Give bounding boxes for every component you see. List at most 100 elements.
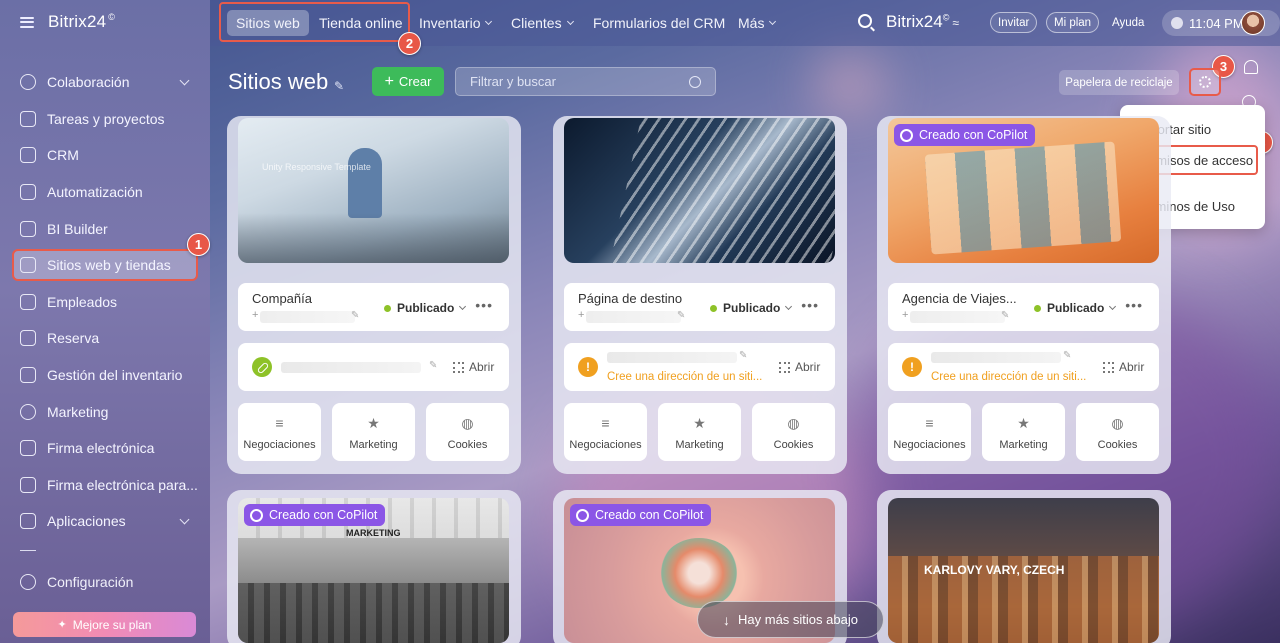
chevron-down-icon [769, 17, 777, 26]
site-url-blurred[interactable] [931, 352, 1061, 363]
create-button[interactable]: + Crear [372, 67, 444, 96]
status-dropdown[interactable]: Publicado [384, 301, 467, 315]
tab-clientes[interactable]: Clientes [502, 10, 582, 36]
sidebar-item-10[interactable]: Firma electrónica [0, 430, 210, 467]
search-input[interactable]: Filtrar y buscar [455, 67, 716, 96]
chevron-down-icon[interactable] [179, 514, 190, 525]
plus-icon: + [252, 309, 259, 321]
tile-label: Marketing [675, 439, 724, 451]
more-actions-icon[interactable]: ••• [1125, 297, 1143, 313]
tab-tienda-online[interactable]: Tienda online [310, 10, 412, 36]
sidebar-item-7[interactable]: Reserva [0, 320, 210, 357]
site-thumbnail[interactable] [564, 118, 835, 263]
tile-star[interactable]: ★ Marketing [658, 403, 741, 461]
site-name[interactable]: Agencia de Viajes... [902, 291, 1017, 306]
qr-code-icon[interactable] [779, 362, 790, 373]
edit-icon[interactable]: ✎ [677, 310, 685, 321]
bell-icon[interactable] [1244, 60, 1258, 74]
sidebar-item-label: Aplicaciones [47, 513, 126, 530]
plus-icon: + [902, 309, 909, 321]
site-card[interactable]: MARKETING Creado con CoPilot [227, 490, 521, 643]
sidebar-item-12[interactable]: Aplicaciones [0, 503, 210, 540]
site-thumbnail[interactable]: MARKETING Creado con CoPilot [238, 498, 509, 643]
open-site-link[interactable]: Abrir [469, 360, 494, 374]
chart-icon [20, 220, 36, 237]
site-thumbnail[interactable]: KARLOVY VARY, CZECH [888, 498, 1159, 643]
settings-button[interactable] [1189, 68, 1221, 96]
gear-icon [1199, 76, 1211, 88]
cookie-icon: ◍ [787, 415, 800, 431]
search-icon[interactable] [858, 14, 872, 28]
chevron-down-icon[interactable] [179, 75, 190, 86]
tile-cookie[interactable]: ◍ Cookies [1076, 403, 1159, 461]
filter-icon: ≡ [925, 415, 934, 431]
sidebar-item-11[interactable]: Firma electrónica para... [0, 467, 210, 504]
warning-text[interactable]: Cree una dirección de un siti... [931, 371, 1086, 383]
avatar[interactable] [1241, 11, 1265, 35]
brand-logo[interactable]: Bitrix24© ≈ [886, 12, 959, 32]
tab-inventario[interactable]: Inventario [410, 10, 500, 36]
site-name[interactable]: Compañía [252, 291, 312, 306]
tile-star[interactable]: ★ Marketing [982, 403, 1065, 461]
sidebar-item-5[interactable]: Sitios web y tiendas [0, 247, 210, 284]
tab-mas[interactable]: Más [729, 10, 784, 36]
help-button[interactable]: Ayuda [1104, 12, 1152, 33]
app-logo[interactable]: Bitrix24 © [48, 12, 115, 32]
funnel-icon [20, 147, 36, 164]
top-navigation: Sitios web Tienda online Inventario Clie… [210, 0, 1280, 46]
site-thumbnail[interactable]: Creado con CoPilot [888, 118, 1159, 263]
menu-icon[interactable] [20, 16, 34, 28]
site-url-blurred[interactable] [607, 352, 737, 363]
site-name[interactable]: Página de destino [578, 291, 682, 306]
people-icon [20, 293, 36, 310]
open-site-link[interactable]: Abrir [795, 360, 820, 374]
tab-formularios-crm[interactable]: Formularios del CRM [584, 10, 734, 36]
site-card[interactable]: KARLOVY VARY, CZECH [877, 490, 1171, 643]
edit-icon[interactable]: ✎ [1063, 350, 1071, 361]
site-card[interactable]: Unity Responsive Template Compañía + ✎ Publi… [227, 116, 521, 474]
edit-icon[interactable]: ✎ [1001, 310, 1009, 321]
site-card[interactable]: Página de destino + ✎ Publicado •••! ✎ Cree un… [553, 116, 847, 474]
sidebar-item-8[interactable]: Gestión del inventario [0, 357, 210, 394]
sidebar-item-label: Marketing [47, 403, 109, 420]
sidebar-item-6[interactable]: Empleados [0, 284, 210, 321]
site-url-blurred[interactable] [281, 362, 421, 373]
invite-button[interactable]: Invitar [990, 12, 1038, 33]
tile-filter[interactable]: ≡ Negociaciones [238, 403, 321, 461]
edit-icon[interactable]: ✎ [429, 360, 437, 371]
status-dropdown[interactable]: Publicado [1034, 301, 1117, 315]
tile-cookie[interactable]: ◍ Cookies [752, 403, 835, 461]
sidebar-item-9[interactable]: Marketing [0, 393, 210, 430]
tile-filter[interactable]: ≡ Negociaciones [564, 403, 647, 461]
status-dropdown[interactable]: Publicado [710, 301, 793, 315]
more-actions-icon[interactable]: ••• [475, 297, 493, 313]
tile-cookie[interactable]: ◍ Cookies [426, 403, 509, 461]
more-sites-button[interactable]: ↓ Hay más sitios abajo [697, 601, 884, 638]
site-thumbnail[interactable]: Unity Responsive Template [238, 118, 509, 263]
open-site-link[interactable]: Abrir [1119, 360, 1144, 374]
site-address-blurred [260, 311, 355, 323]
pin-icon[interactable]: ✎ [334, 79, 344, 93]
chevron-down-icon [566, 17, 574, 26]
sidebar-item-4[interactable]: BI Builder [0, 210, 210, 247]
qr-code-icon[interactable] [453, 362, 464, 373]
tile-star[interactable]: ★ Marketing [332, 403, 415, 461]
more-actions-icon[interactable]: ••• [801, 297, 819, 313]
upgrade-plan-button[interactable]: ✦ Mejore su plan [13, 612, 196, 637]
sidebar-item-3[interactable]: Automatización [0, 174, 210, 211]
recycle-bin-button[interactable]: Papelera de reciclaje [1059, 70, 1179, 95]
sidebar-divider [20, 550, 36, 554]
sidebar-item-2[interactable]: CRM [0, 137, 210, 174]
sidebar-item-1[interactable]: Tareas y proyectos [0, 101, 210, 138]
qr-code-icon[interactable] [1103, 362, 1114, 373]
tile-filter[interactable]: ≡ Negociaciones [888, 403, 971, 461]
warehouse-icon [20, 367, 36, 384]
site-card[interactable]: Creado con CoPilot Agencia de Viajes... + ✎… [877, 116, 1171, 474]
sidebar-item-configuracion[interactable]: Configuración [20, 574, 133, 590]
edit-icon[interactable]: ✎ [739, 350, 747, 361]
tab-sitios-web[interactable]: Sitios web [227, 10, 309, 36]
warning-text[interactable]: Cree una dirección de un siti... [607, 371, 762, 383]
edit-icon[interactable]: ✎ [351, 310, 359, 321]
my-plan-button[interactable]: Mi plan [1046, 12, 1100, 33]
sidebar-item-0[interactable]: Colaboración [0, 64, 210, 101]
